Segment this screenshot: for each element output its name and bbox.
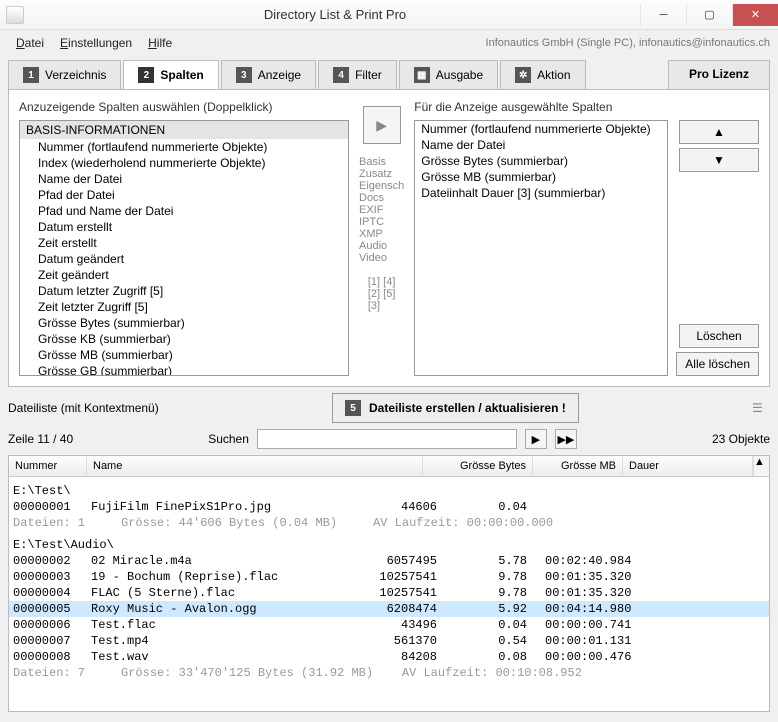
- move-down-button[interactable]: ▼: [679, 148, 759, 172]
- menu-datei[interactable]: Datei: [8, 33, 52, 53]
- move-up-button[interactable]: ▲: [679, 120, 759, 144]
- file-grid: Nummer Name Grösse Bytes Grösse MB Dauer…: [8, 455, 770, 712]
- table-row[interactable]: 00000004 FLAC (5 Sterne).flac 10257541 9…: [9, 585, 769, 601]
- path-row[interactable]: E:\Test\Audio\: [9, 531, 769, 553]
- list-item[interactable]: Grösse MB (summierbar): [415, 169, 667, 185]
- available-columns-label: Anzuzeigende Spalten auswählen (Doppelkl…: [19, 100, 349, 114]
- close-button[interactable]: ✕: [732, 4, 778, 26]
- list-item[interactable]: Grösse Bytes (summierbar): [415, 153, 667, 169]
- grid-body[interactable]: E:\Test\00000001 FujiFilm FinePixS1Pro.j…: [9, 477, 769, 711]
- list-item[interactable]: Pfad der Datei: [20, 187, 348, 203]
- selected-columns-label: Für die Anzeige ausgewählte Spalten: [414, 100, 759, 114]
- search-bar: Zeile 11 / 40 Suchen ▶ ▶▶ 23 Objekte: [8, 429, 770, 449]
- category-link[interactable]: XMP: [359, 228, 404, 240]
- col-name[interactable]: Name: [87, 456, 423, 476]
- list-item[interactable]: Pfad und Name der Datei: [20, 203, 348, 219]
- category-link[interactable]: EXIF: [359, 204, 404, 216]
- app-icon: [6, 6, 24, 24]
- summary-row: Dateien: 1 Grösse: 44'606 Bytes (0.04 MB…: [9, 515, 769, 531]
- list-item[interactable]: Nummer (fortlaufend nummerierte Objekte): [20, 139, 348, 155]
- table-row[interactable]: 00000002 02 Miracle.m4a 6057495 5.7800:0…: [9, 553, 769, 569]
- category-link[interactable]: Video: [359, 252, 404, 264]
- tab-verzeichnis[interactable]: 1Verzeichnis: [8, 60, 121, 89]
- category-link[interactable]: IPTC: [359, 216, 404, 228]
- minimize-button[interactable]: ─: [640, 4, 686, 26]
- list-item[interactable]: Grösse KB (summierbar): [20, 331, 348, 347]
- tab-filter[interactable]: 4Filter: [318, 60, 397, 89]
- file-list-label: Dateiliste (mit Kontextmenü): [8, 401, 159, 415]
- scroll-up-icon[interactable]: ▲: [753, 456, 769, 476]
- table-row[interactable]: 00000005 Roxy Music - Avalon.ogg 6208474…: [9, 601, 769, 617]
- list-item[interactable]: Dateiinhalt Dauer [3] (summierbar): [415, 185, 667, 201]
- table-row[interactable]: 00000007 Test.mp4 561370 0.5400:00:01.13…: [9, 633, 769, 649]
- object-count: 23 Objekte: [712, 432, 770, 446]
- list-item[interactable]: Zeit letzter Zugriff [5]: [20, 299, 348, 315]
- list-item[interactable]: Grösse MB (summierbar): [20, 347, 348, 363]
- row-info: Zeile 11 / 40: [8, 432, 73, 446]
- list-item[interactable]: Index (wiederholend nummerierte Objekte): [20, 155, 348, 171]
- summary-row: Dateien: 7 Grösse: 33'470'125 Bytes (31.…: [9, 665, 769, 681]
- list-item[interactable]: Grösse Bytes (summierbar): [20, 315, 348, 331]
- col-nummer[interactable]: Nummer: [9, 456, 87, 476]
- list-item[interactable]: Name der Datei: [20, 171, 348, 187]
- delete-all-button[interactable]: Alle löschen: [676, 352, 759, 376]
- window-title: Directory List & Print Pro: [30, 7, 640, 22]
- tab-anzeige[interactable]: 3Anzeige: [221, 60, 316, 89]
- footnote-link[interactable]: [3]: [368, 300, 396, 312]
- category-link[interactable]: Zusatz: [359, 168, 404, 180]
- search-next-button[interactable]: ▶: [525, 429, 547, 449]
- tab-ausgabe[interactable]: ▦Ausgabe: [399, 60, 498, 89]
- list-item[interactable]: Datum letzter Zugriff [5]: [20, 283, 348, 299]
- add-column-button[interactable]: ▶: [363, 106, 401, 144]
- table-row[interactable]: 00000008 Test.wav 84208 0.0800:00:00.476: [9, 649, 769, 665]
- maximize-button[interactable]: ▢: [686, 4, 732, 26]
- tab-pro-lizenz[interactable]: Pro Lizenz: [668, 60, 770, 89]
- search-last-button[interactable]: ▶▶: [555, 429, 577, 449]
- list-item[interactable]: Grösse GB (summierbar): [20, 363, 348, 376]
- create-list-button[interactable]: 5Dateiliste erstellen / aktualisieren !: [332, 393, 579, 423]
- table-row[interactable]: 00000003 19 - Bochum (Reprise).flac 1025…: [9, 569, 769, 585]
- col-dauer[interactable]: Dauer: [623, 456, 753, 476]
- category-link[interactable]: Audio: [359, 240, 404, 252]
- tab-aktion[interactable]: ✲Aktion: [500, 60, 585, 89]
- menu-hilfe[interactable]: Hilfe: [140, 33, 180, 53]
- list-group-header: BASIS-INFORMATIONEN: [20, 121, 348, 139]
- menu-bar: Datei Einstellungen Hilfe Infonautics Gm…: [0, 30, 778, 56]
- category-link[interactable]: Eigensch: [359, 180, 404, 192]
- file-list-bar: Dateiliste (mit Kontextmenü) 5Dateiliste…: [8, 393, 770, 423]
- list-item[interactable]: Datum erstellt: [20, 219, 348, 235]
- category-link[interactable]: Basis: [359, 156, 404, 168]
- list-item[interactable]: Datum geändert: [20, 251, 348, 267]
- tab-spalten[interactable]: 2Spalten: [123, 60, 218, 89]
- title-bar: Directory List & Print Pro ─ ▢ ✕: [0, 0, 778, 30]
- tab-strip: 1Verzeichnis 2Spalten 3Anzeige 4Filter ▦…: [8, 60, 770, 90]
- list-item[interactable]: Name der Datei: [415, 137, 667, 153]
- columns-panel: Anzuzeigende Spalten auswählen (Doppelkl…: [8, 90, 770, 387]
- search-label: Suchen: [208, 432, 249, 446]
- table-row[interactable]: 00000006 Test.flac 43496 0.0400:00:00.74…: [9, 617, 769, 633]
- category-link[interactable]: Docs: [359, 192, 404, 204]
- col-mb[interactable]: Grösse MB: [533, 456, 623, 476]
- table-row[interactable]: 00000001 FujiFilm FinePixS1Pro.jpg 44606…: [9, 499, 769, 515]
- footnote-link[interactable]: [1] [4]: [368, 276, 396, 288]
- list-item[interactable]: Zeit erstellt: [20, 235, 348, 251]
- license-info: Infonautics GmbH (Single PC), infonautic…: [486, 37, 770, 49]
- category-shortcuts: ▶ BasisZusatzEigenschDocsEXIFIPTCXMPAudi…: [359, 100, 404, 376]
- list-item[interactable]: Zeit geändert: [20, 267, 348, 283]
- delete-button[interactable]: Löschen: [679, 324, 759, 348]
- options-icon[interactable]: ☰: [752, 401, 770, 415]
- search-input[interactable]: [257, 429, 517, 449]
- footnote-link[interactable]: [2] [5]: [368, 288, 396, 300]
- menu-einstellungen[interactable]: Einstellungen: [52, 33, 140, 53]
- grid-header[interactable]: Nummer Name Grösse Bytes Grösse MB Dauer…: [9, 456, 769, 477]
- available-columns-list[interactable]: BASIS-INFORMATIONENNummer (fortlaufend n…: [19, 120, 349, 376]
- list-item[interactable]: Nummer (fortlaufend nummerierte Objekte): [415, 121, 667, 137]
- path-row[interactable]: E:\Test\: [9, 477, 769, 499]
- selected-columns-list[interactable]: Nummer (fortlaufend nummerierte Objekte)…: [414, 120, 668, 376]
- col-bytes[interactable]: Grösse Bytes: [423, 456, 533, 476]
